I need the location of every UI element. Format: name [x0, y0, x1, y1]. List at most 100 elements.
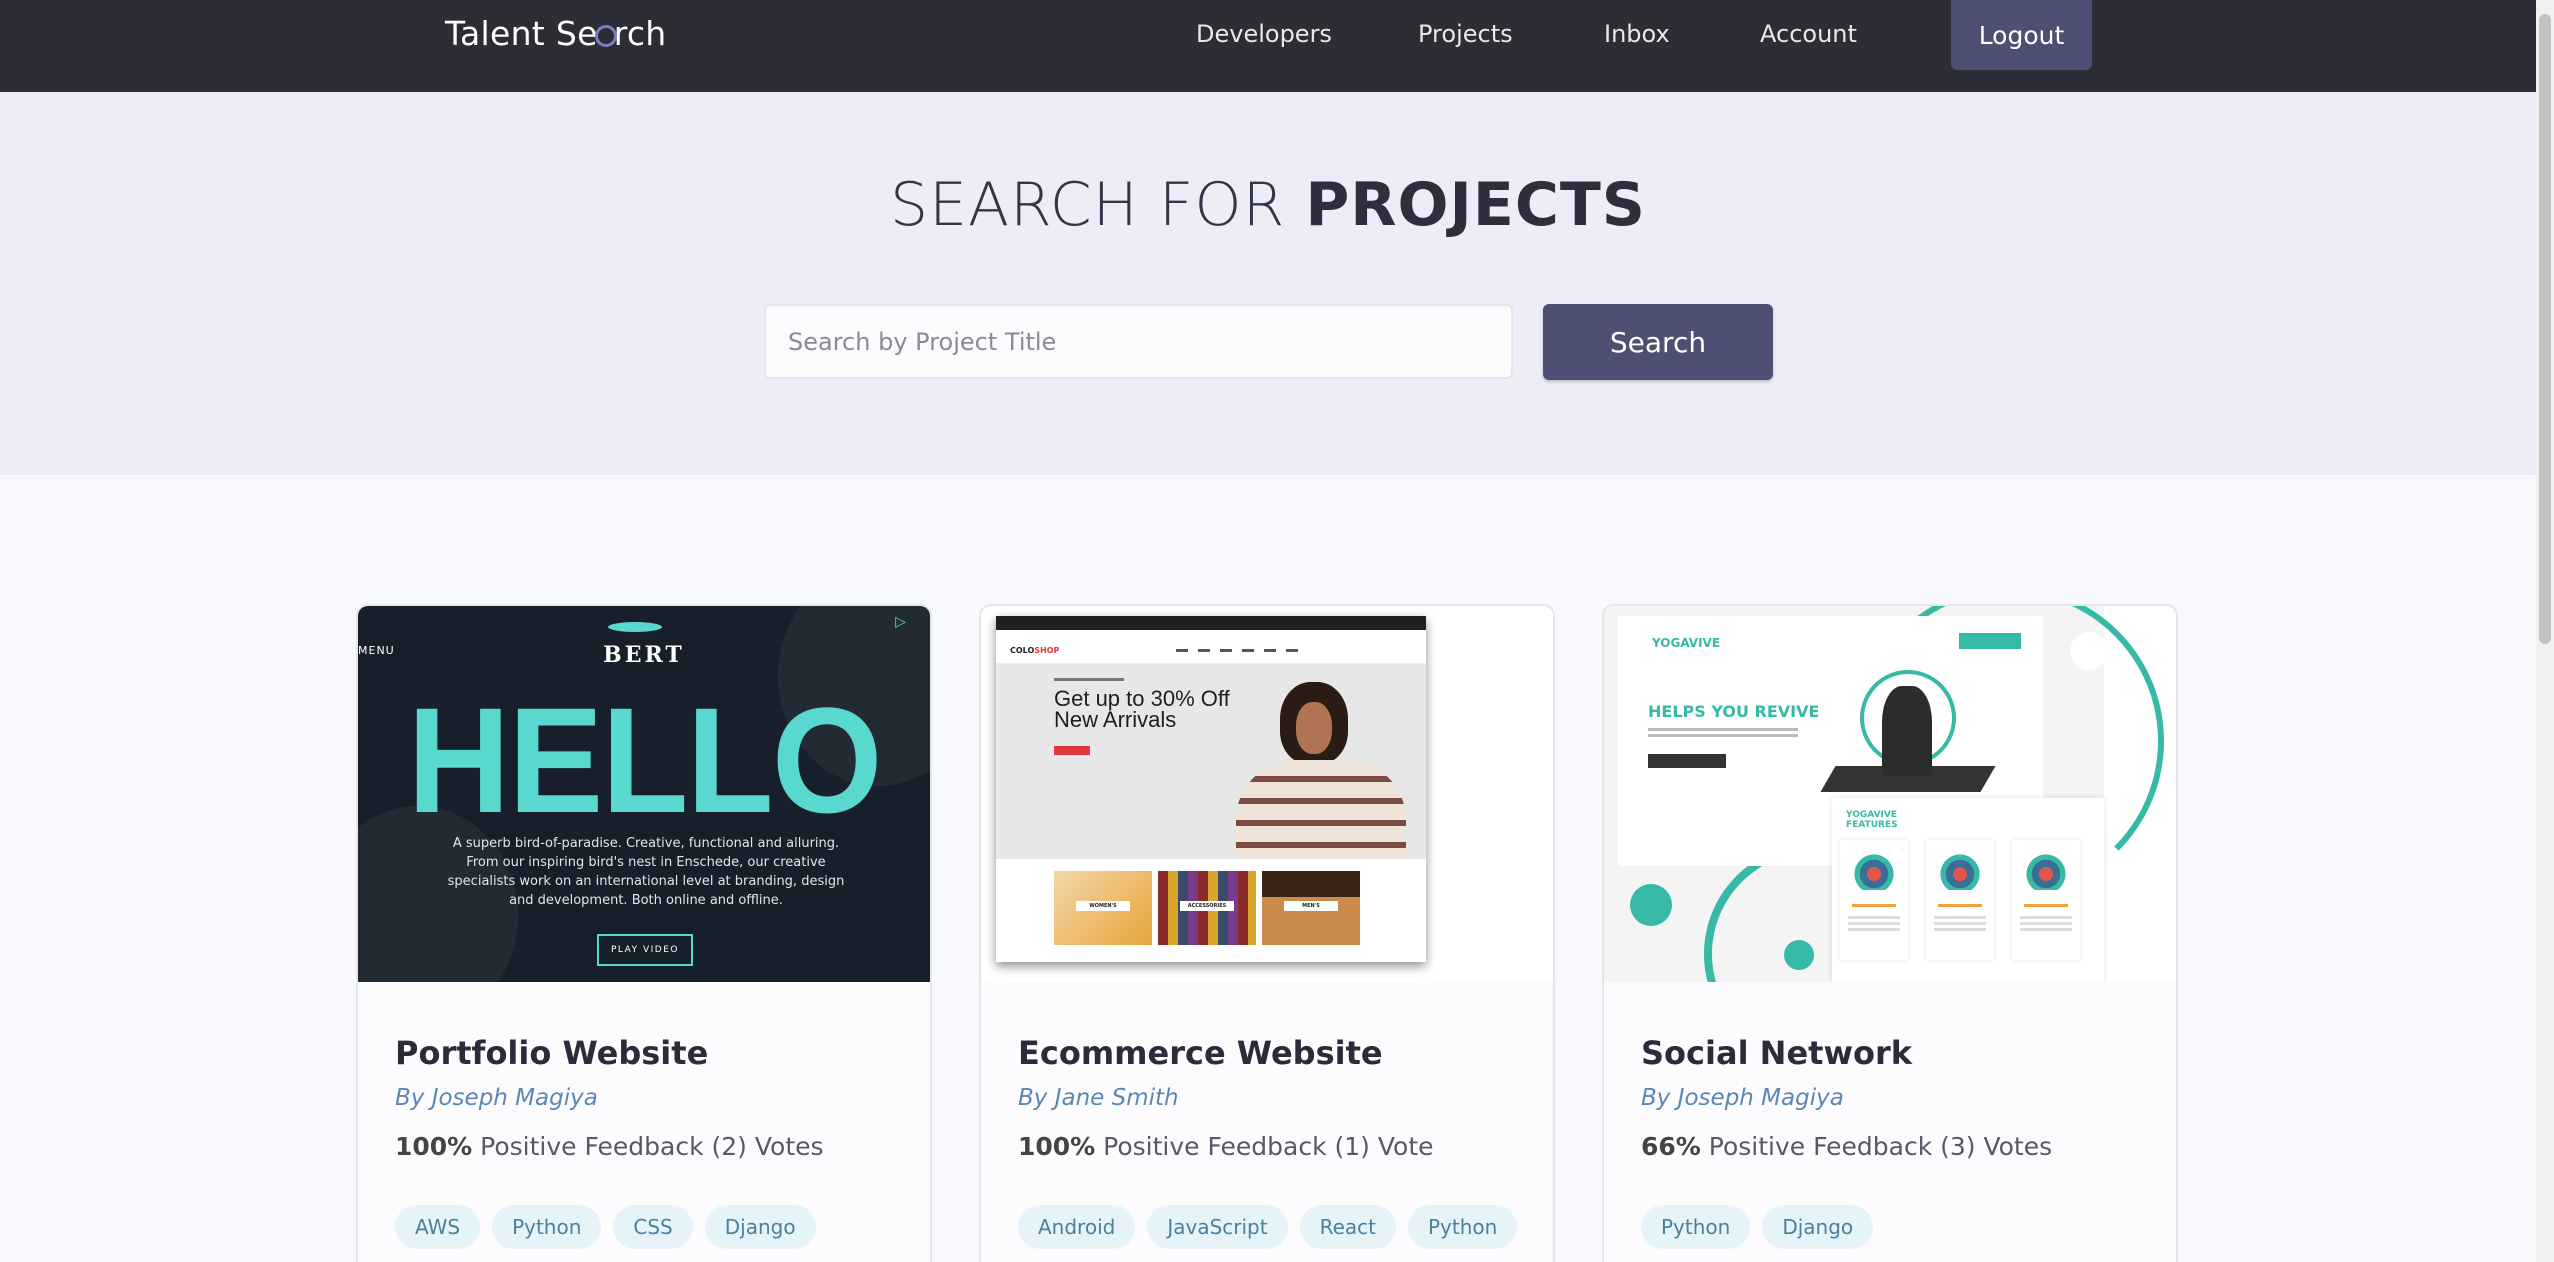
thumb-site-frame: COLOSHOP Get up to 30% Off New Arrivals W…	[996, 616, 1426, 962]
project-thumbnail[interactable]: COLOSHOP Get up to 30% Off New Arrivals W…	[981, 606, 1553, 982]
project-author[interactable]: By Joseph Magiya	[1641, 1085, 1844, 1111]
thumb-headline: Get up to 30% Off New Arrivals	[1054, 686, 1230, 732]
thumb-headline-2: New Arrivals	[1054, 707, 1177, 732]
project-thumbnail[interactable]: YOGAVIVE HELPS YOU REVIVE YOGAVIVE FEATUR…	[1604, 606, 2176, 982]
decor-dot	[1630, 884, 1672, 926]
tag: Python	[1641, 1205, 1751, 1249]
thumb-headline: HELLO	[407, 676, 882, 844]
nav-projects[interactable]: Projects	[1418, 20, 1538, 48]
tag: React	[1299, 1205, 1396, 1249]
logo-text-left: Talent Se	[445, 14, 598, 53]
feedback-text: Positive Feedback (2) Votes	[472, 1132, 824, 1161]
project-author[interactable]: By Jane Smith	[1018, 1085, 1179, 1111]
model-face	[1296, 702, 1332, 754]
model-sweater	[1236, 760, 1406, 859]
nav-inbox[interactable]: Inbox	[1604, 20, 1704, 48]
thumb-button	[1648, 754, 1726, 768]
project-title[interactable]: Portfolio Website	[395, 1034, 708, 1072]
tag: Python	[1408, 1205, 1518, 1249]
tag-list: AWS Python CSS Django	[395, 1205, 905, 1249]
page-title: SEARCH FOR PROJECTS	[0, 170, 2536, 240]
thumb-nav-item	[1176, 649, 1188, 652]
nav-account[interactable]: Account	[1760, 20, 1880, 48]
feedback-text: Positive Feedback (3) Votes	[1700, 1132, 2053, 1161]
project-card-social-network[interactable]: YOGAVIVE HELPS YOU REVIVE YOGAVIVE FEATUR…	[1602, 604, 2178, 1262]
thumb-category: WOMEN'S	[1054, 871, 1152, 945]
thumb-features-title: YOGAVIVE FEATURES	[1846, 810, 1898, 830]
thumb-yoga-figure	[1882, 686, 1932, 776]
feedback-percent: 100%	[1018, 1132, 1096, 1161]
thumb-category: MEN'S	[1262, 871, 1360, 945]
feedback-text: Positive Feedback (1) Vote	[1095, 1132, 1434, 1161]
tag-list: Android JavaScript React Python	[1018, 1205, 1528, 1249]
thumb-category-label: ACCESSORIES	[1180, 901, 1234, 911]
features-title-2: FEATURES	[1846, 820, 1898, 830]
feature-label	[2024, 904, 2068, 907]
card-body: Portfolio Website By Joseph Magiya 100% …	[358, 982, 930, 1262]
card-body: Ecommerce Website By Jane Smith 100% Pos…	[981, 982, 1553, 1262]
tag: Python	[492, 1205, 602, 1249]
site-logo[interactable]: Talent Se rch	[445, 14, 667, 53]
search-input[interactable]	[764, 304, 1513, 379]
search-button[interactable]: Search	[1543, 304, 1773, 380]
tag: AWS	[395, 1205, 481, 1249]
thumb-feature-card	[1840, 840, 1908, 960]
feature-copy	[2020, 916, 2072, 919]
tag: JavaScript	[1147, 1205, 1288, 1249]
project-thumbnail[interactable]: MENU ▷ BERT HELLO A superb bird-of-parad…	[358, 606, 930, 982]
thumb-feature-card	[1926, 840, 1994, 960]
decor-dot	[2070, 632, 2108, 670]
tag: CSS	[613, 1205, 693, 1249]
project-feedback: 100% Positive Feedback (2) Votes	[395, 1132, 824, 1161]
logout-button[interactable]: Logout	[1951, 0, 2092, 70]
thumb-feature-card	[2012, 840, 2080, 960]
project-card-portfolio[interactable]: MENU ▷ BERT HELLO A superb bird-of-parad…	[356, 604, 932, 1262]
thumb-logo: YOGAVIVE	[1652, 636, 1721, 650]
page-title-bold: PROJECTS	[1305, 170, 1646, 240]
feature-label	[1938, 904, 1982, 907]
thumb-copy	[1648, 728, 1798, 731]
tag: Django	[704, 1205, 816, 1249]
feature-illustration	[1940, 850, 1980, 890]
feedback-percent: 100%	[395, 1132, 473, 1161]
brand-blob	[608, 622, 662, 632]
project-feedback: 100% Positive Feedback (1) Vote	[1018, 1132, 1434, 1161]
thumb-play-button: PLAY VIDEO	[597, 934, 693, 966]
search-hero: SEARCH FOR PROJECTS Search	[0, 92, 2536, 475]
play-arrow-icon: ▷	[895, 614, 906, 630]
tag-list: Python Django	[1641, 1205, 2151, 1249]
project-title[interactable]: Social Network	[1641, 1034, 1912, 1072]
thumb-cta	[1054, 746, 1090, 755]
thumb-nav-item	[1242, 649, 1254, 652]
thumb-blurb: A superb bird-of-paradise. Creative, fun…	[447, 836, 845, 908]
logo-text-right: rch	[613, 14, 667, 53]
scrollbar-thumb[interactable]	[2539, 14, 2551, 644]
thumb-nav-item	[1220, 649, 1232, 652]
thumb-nav-item	[1264, 649, 1276, 652]
thumb-logo: COLOSHOP	[1010, 646, 1059, 655]
magnifier-icon	[594, 24, 617, 47]
project-card-ecommerce[interactable]: COLOSHOP Get up to 30% Off New Arrivals W…	[979, 604, 1555, 1262]
thumb-logo-b: SHOP	[1034, 646, 1060, 655]
project-feedback: 66% Positive Feedback (3) Votes	[1641, 1132, 2052, 1161]
project-title[interactable]: Ecommerce Website	[1018, 1034, 1383, 1072]
feedback-percent: 66%	[1641, 1132, 1701, 1161]
feature-illustration	[1854, 850, 1894, 890]
thumb-topbar	[996, 616, 1426, 630]
page-scrollbar[interactable]	[2536, 0, 2554, 1262]
feature-copy	[1848, 916, 1900, 919]
thumb-category: ACCESSORIES	[1158, 871, 1256, 945]
tag: Django	[1762, 1205, 1874, 1249]
page-title-light: SEARCH FOR	[890, 170, 1306, 240]
tag: Android	[1018, 1205, 1136, 1249]
feature-label	[1852, 904, 1896, 907]
thumb-navrow: COLOSHOP	[996, 638, 1426, 664]
thumb-nav-item	[1286, 649, 1298, 652]
top-navbar: Talent Se rch Developers Projects Inbox A…	[0, 0, 2536, 92]
project-author[interactable]: By Joseph Magiya	[395, 1085, 598, 1111]
thumb-brand: BERT	[603, 642, 685, 668]
nav-developers[interactable]: Developers	[1196, 20, 1356, 48]
thumb-eyebrow	[1054, 678, 1124, 681]
thumb-headline-1: Get up to 30% Off	[1054, 686, 1230, 711]
thumb-nav-item	[1198, 649, 1210, 652]
